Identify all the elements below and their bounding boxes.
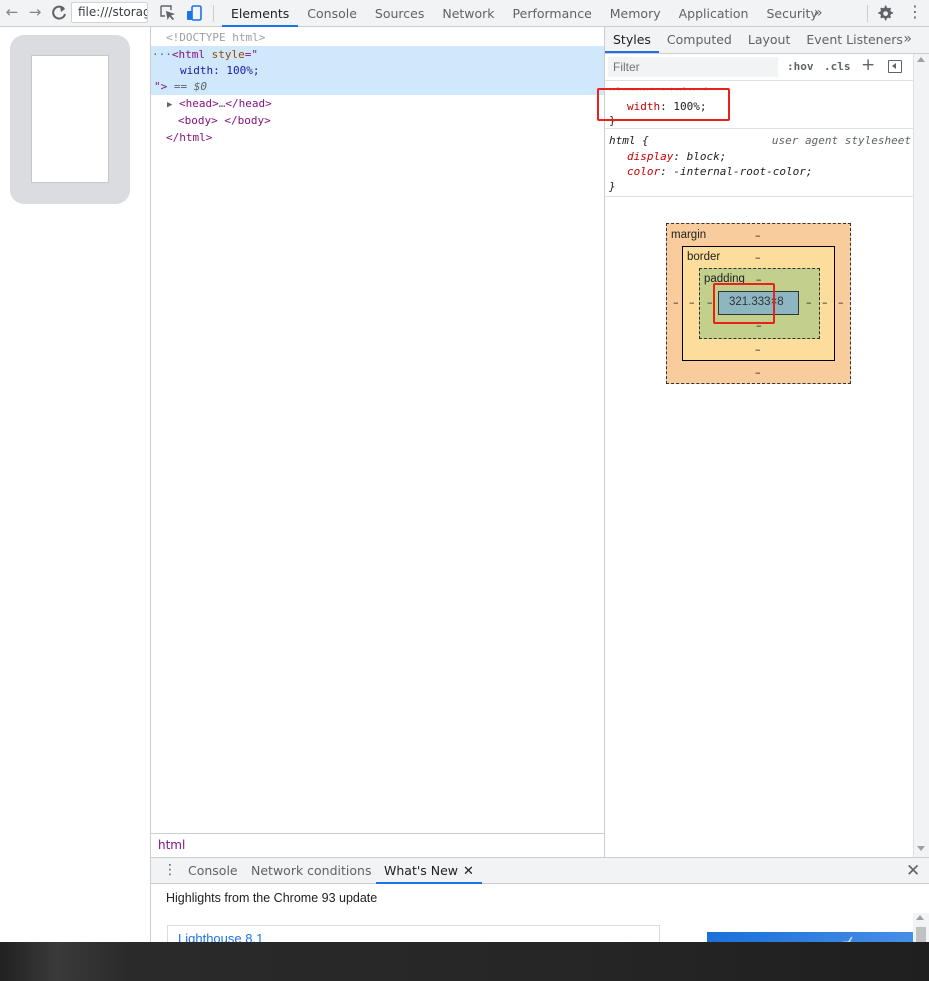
close-drawer-icon[interactable]: ✕	[906, 861, 920, 881]
border-bottom-value[interactable]: –	[755, 343, 761, 356]
tab-memory[interactable]: Memory	[601, 0, 670, 27]
border-left-value[interactable]: –	[689, 296, 695, 309]
back-icon[interactable]: ←	[3, 3, 21, 21]
toolbar-divider	[867, 5, 868, 22]
border-top-value[interactable]: –	[755, 251, 761, 264]
drawer-tab-console[interactable]: Console	[188, 858, 238, 884]
toggle-sidebar-icon[interactable]	[888, 60, 902, 73]
margin-top-value[interactable]: –	[755, 229, 761, 242]
html-attr-eq: ="	[244, 48, 258, 61]
device-toolbar-icon[interactable]	[185, 4, 203, 22]
dom-node-html[interactable]: ···<html style="	[152, 47, 258, 63]
css-value-display: block;	[686, 150, 727, 163]
tab-application[interactable]: Application	[670, 0, 758, 27]
tab-network[interactable]: Network	[433, 0, 503, 27]
tab-sources[interactable]: Sources	[366, 0, 433, 27]
body-open-tag: <body>	[178, 114, 218, 127]
margin-label: margin	[671, 229, 707, 241]
settings-gear-icon[interactable]	[877, 5, 893, 21]
page-viewport	[0, 27, 151, 942]
html-attr-name: style	[205, 48, 245, 61]
os-taskbar	[0, 942, 929, 981]
device-frame	[10, 35, 130, 204]
margin-right-value[interactable]: –	[838, 296, 844, 309]
breadcrumb-item-html[interactable]: html	[158, 838, 185, 852]
tab-elements[interactable]: Elements	[222, 0, 299, 27]
expand-triangle-icon[interactable]: ▶	[167, 100, 172, 110]
selected-node-marker: == $0	[167, 80, 207, 93]
head-open-tag: <head>	[179, 97, 219, 110]
tab-computed[interactable]: Computed	[659, 27, 740, 53]
dom-html-close[interactable]: </html>	[166, 130, 212, 146]
tab-event-listeners[interactable]: Event Listeners	[798, 27, 911, 53]
new-style-rule-icon[interactable]: +	[861, 55, 875, 75]
reload-icon[interactable]	[50, 4, 68, 22]
devtools-toolbar: ← → file:///storag Elements Console Sour…	[0, 0, 929, 27]
html-rule-close: }	[609, 180, 616, 193]
ua-declaration-display: display: block;	[627, 150, 727, 163]
more-subtabs-chevron-icon[interactable]: »	[903, 27, 912, 52]
device-screen	[31, 55, 109, 183]
css-prop-display: display	[627, 150, 674, 163]
drawer-tab-strip: ⋮ Console Network conditions What's New ✕…	[151, 858, 929, 884]
styles-sidebar: Styles Computed Layout Event Listeners »…	[597, 27, 929, 857]
url-bar[interactable]: file:///storag	[71, 2, 148, 23]
head-close-tag: </head>	[225, 97, 272, 110]
whats-new-label: What's New	[384, 863, 459, 878]
drawer-scrollbar[interactable]	[913, 913, 929, 943]
tab-styles[interactable]: Styles	[605, 27, 659, 53]
html-open-tag: <html	[171, 48, 205, 61]
scroll-up-arrow-icon[interactable]	[917, 57, 925, 62]
devtools-drawer: ⋮ Console Network conditions What's New ✕…	[151, 857, 929, 955]
forward-icon[interactable]: →	[26, 3, 44, 21]
border-right-value[interactable]: –	[822, 296, 828, 309]
close-tab-icon[interactable]: ✕	[463, 864, 474, 879]
body-close-tag: </body>	[217, 114, 271, 127]
toolbar-divider	[213, 5, 214, 22]
hov-toggle-button[interactable]: :hov	[787, 60, 814, 73]
ua-declaration-color: color: -internal-root-color;	[627, 165, 813, 178]
tab-layout[interactable]: Layout	[740, 27, 799, 53]
margin-bottom-value[interactable]: –	[755, 366, 761, 379]
tab-console[interactable]: Console	[298, 0, 366, 27]
css-value-color: -internal-root-color;	[673, 165, 813, 178]
html-rule-selector: html {	[609, 134, 649, 147]
tab-performance[interactable]: Performance	[504, 0, 601, 27]
node-ellipsis-icon[interactable]: ···	[152, 48, 172, 61]
drawer-menu-icon[interactable]: ⋮	[163, 862, 177, 878]
elements-dom-tree: <!DOCTYPE html> ···<html style=" width: …	[151, 27, 604, 833]
styles-filter-input[interactable]	[608, 57, 778, 77]
margin-left-value[interactable]: –	[673, 296, 679, 309]
padding-left-value[interactable]: –	[707, 296, 713, 309]
more-tabs-chevron-icon[interactable]: »	[814, 0, 823, 26]
styles-filter-bar: :hov .cls +	[605, 54, 914, 81]
drawer-tab-network-conditions[interactable]: Network conditions	[251, 858, 371, 884]
scroll-down-arrow-icon[interactable]	[917, 846, 925, 851]
html-close-quote-line: "> == $0	[154, 79, 207, 95]
styles-scrollbar[interactable]	[913, 54, 929, 857]
html-close-quote: ">	[154, 80, 168, 93]
annotation-box-content-size	[713, 283, 775, 324]
styles-tab-strip: Styles Computed Layout Event Listeners »	[605, 27, 929, 54]
dom-node-head[interactable]: ▶ <head>…</head>	[167, 96, 272, 112]
css-prop-color: color	[627, 165, 661, 178]
html-ua-rule: html { user agent stylesheet display: bl…	[605, 129, 914, 197]
whats-new-headline: Highlights from the Chrome 93 update	[166, 891, 378, 905]
customize-menu-icon[interactable]: ⋮	[907, 3, 923, 21]
devtools-tab-strip: Elements Console Sources Network Perform…	[222, 0, 827, 27]
border-label: border	[687, 251, 721, 263]
drawer-tab-whats-new[interactable]: What's New ✕	[376, 858, 482, 884]
ua-stylesheet-label: user agent stylesheet	[771, 134, 911, 147]
drawer-scroll-thumb[interactable]	[916, 927, 926, 943]
cls-toggle-button[interactable]: .cls	[824, 60, 851, 73]
dom-node-body[interactable]: <body> </body>	[178, 113, 271, 129]
breadcrumb: html	[151, 833, 604, 857]
drawer-scroll-up-icon[interactable]	[916, 915, 924, 920]
inspect-element-icon[interactable]	[159, 4, 177, 22]
annotation-box-element-style	[597, 88, 730, 121]
padding-right-value[interactable]: –	[806, 296, 812, 309]
html-attr-value[interactable]: width: 100%;	[180, 63, 259, 79]
dom-doctype[interactable]: <!DOCTYPE html>	[166, 30, 265, 46]
